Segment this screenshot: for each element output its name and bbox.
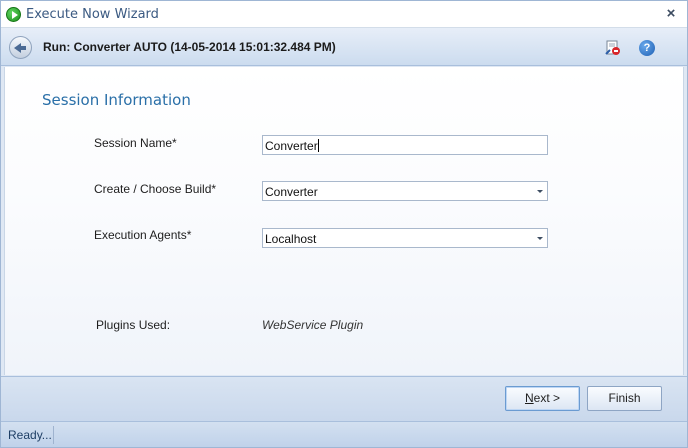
wizard-header: Run: Converter AUTO (14-05-2014 15:01:32…	[1, 28, 687, 66]
status-bar: Ready...	[1, 421, 687, 447]
window-title: Execute Now Wizard	[26, 7, 159, 22]
status-text: Ready...	[8, 428, 52, 442]
next-mnemonic: N	[524, 391, 534, 405]
wizard-footer: Next > Finish	[1, 376, 687, 421]
chevron-down-icon[interactable]	[537, 237, 543, 240]
next-label: ext >	[533, 391, 561, 405]
back-arrow-icon[interactable]	[9, 36, 32, 59]
play-icon	[6, 7, 21, 22]
section-title: Session Information	[42, 91, 191, 109]
build-selected-value: Converter	[265, 185, 318, 199]
finish-button[interactable]: Finish	[587, 386, 662, 411]
execute-now-wizard-window: Execute Now Wizard × Run: Converter AUTO…	[0, 0, 688, 448]
status-separator	[53, 426, 54, 444]
build-dropdown[interactable]: Converter	[262, 181, 548, 201]
plugins-value: WebService Plugin	[262, 318, 364, 332]
report-icon[interactable]	[605, 40, 621, 56]
session-name-label: Session Name*	[94, 136, 177, 150]
agents-selected-value: Localhost	[265, 232, 317, 246]
session-name-input[interactable]: Converter	[262, 135, 548, 155]
run-title: Run: Converter AUTO (14-05-2014 15:01:32…	[43, 40, 336, 54]
text-caret	[317, 139, 319, 152]
wizard-content: Session Information Session Name* Conver…	[4, 67, 684, 375]
agents-label: Execution Agents*	[94, 228, 192, 242]
next-button[interactable]: Next >	[505, 386, 580, 411]
chevron-down-icon[interactable]	[537, 190, 543, 193]
title-bar: Execute Now Wizard ×	[1, 1, 687, 28]
close-icon[interactable]: ×	[663, 5, 679, 23]
build-label: Create / Choose Build*	[94, 182, 217, 196]
agents-dropdown[interactable]: Localhost	[262, 228, 548, 248]
help-icon[interactable]: ?	[639, 40, 655, 56]
session-name-value: Converter	[265, 139, 318, 153]
plugins-label: Plugins Used:	[96, 318, 171, 332]
